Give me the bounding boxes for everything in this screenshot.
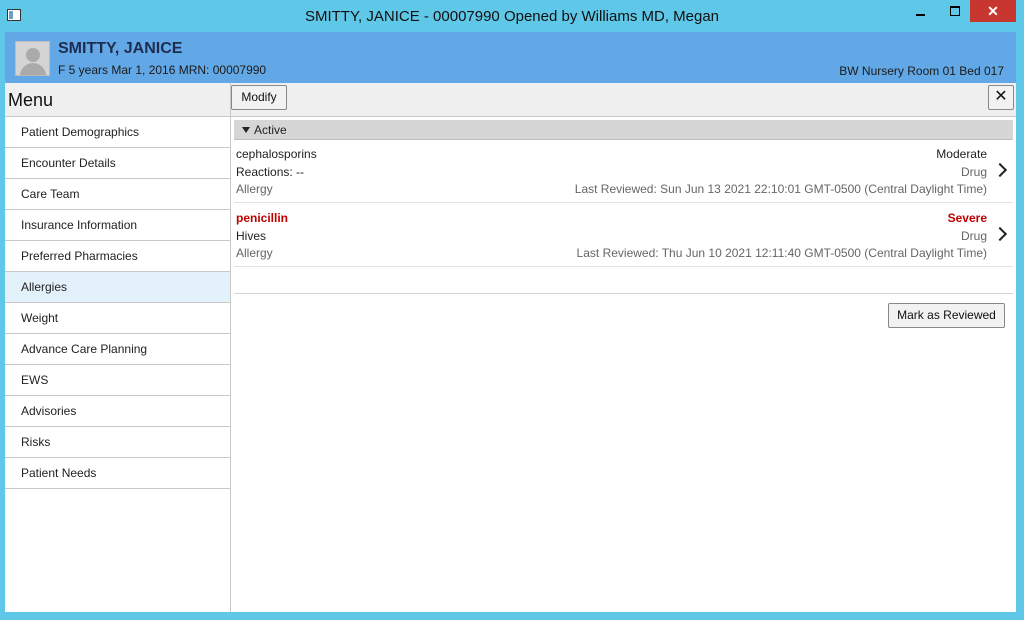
sidebar-item-care-team[interactable]: Care Team [5, 179, 230, 210]
allergy-name: penicillin [236, 211, 289, 225]
sidebar-item-allergies[interactable]: Allergies [5, 272, 230, 303]
close-panel-button[interactable]: ✕ [988, 85, 1014, 110]
main-panel: Modify ✕ Active cephalosporins Reactions… [231, 83, 1016, 612]
maximize-button[interactable] [941, 0, 969, 22]
sidebar-item-advance-care-planning[interactable]: Advance Care Planning [5, 334, 230, 365]
window-title: SMITTY, JANICE - 00007990 Opened by Will… [304, 8, 720, 25]
allergy-severity: Severe [947, 211, 987, 225]
sidebar-item-insurance-information[interactable]: Insurance Information [5, 210, 230, 241]
mark-as-reviewed-button[interactable]: Mark as Reviewed [888, 303, 1005, 328]
patient-location: BW Nursery Room 01 Bed 017 [839, 64, 1004, 78]
section-label: Active [254, 123, 287, 137]
window-close-button[interactable]: ✕ [970, 0, 1016, 22]
sidebar-item-advisories[interactable]: Advisories [5, 396, 230, 427]
allergy-type: Drug [960, 165, 987, 179]
sidebar-item-encounter-details[interactable]: Encounter Details [5, 148, 230, 179]
allergy-row[interactable]: cephalosporins Reactions: -- Allergy Mod… [234, 141, 1013, 203]
patient-banner: SMITTY, JANICE F 5 years Mar 1, 2016 MRN… [5, 32, 1016, 83]
patient-info: F 5 years Mar 1, 2016 MRN: 00007990 [58, 63, 267, 77]
allergy-type: Drug [960, 229, 987, 243]
chevron-right-icon[interactable] [992, 162, 1008, 178]
patient-avatar [15, 41, 50, 76]
allergy-reaction: Hives [236, 229, 267, 243]
allergy-last-reviewed: Last Reviewed: Sun Jun 13 2021 22:10:01 … [574, 182, 987, 196]
patient-name: SMITTY, JANICE [58, 40, 183, 57]
chevron-right-icon[interactable] [992, 226, 1008, 242]
sidebar-menu: Menu Patient Demographics Encounter Deta… [5, 83, 231, 612]
sidebar-item-preferred-pharmacies[interactable]: Preferred Pharmacies [5, 241, 230, 272]
sidebar-item-patient-demographics[interactable]: Patient Demographics [5, 117, 230, 148]
sidebar-item-patient-needs[interactable]: Patient Needs [5, 458, 230, 489]
sidebar-item-weight[interactable]: Weight [5, 303, 230, 334]
allergy-category: Allergy [236, 246, 273, 260]
allergy-severity: Moderate [936, 147, 987, 161]
allergy-reaction: Reactions: -- [236, 165, 305, 179]
active-section-header[interactable]: Active [234, 120, 1013, 140]
allergy-name: cephalosporins [236, 147, 317, 161]
sidebar-item-risks[interactable]: Risks [5, 427, 230, 458]
sidebar-item-ews[interactable]: EWS [5, 365, 230, 396]
divider [234, 293, 1013, 294]
modify-button[interactable]: Modify [231, 85, 287, 110]
minimize-button[interactable] [907, 0, 935, 22]
toolbar: Modify ✕ [231, 83, 1016, 117]
allergy-row[interactable]: penicillin Hives Allergy Severe Drug Las… [234, 205, 1013, 267]
window-titlebar: SMITTY, JANICE - 00007990 Opened by Will… [0, 0, 1024, 32]
allergy-last-reviewed: Last Reviewed: Thu Jun 10 2021 12:11:40 … [576, 246, 987, 260]
app-frame: SMITTY, JANICE F 5 years Mar 1, 2016 MRN… [5, 32, 1016, 612]
caret-down-icon [242, 127, 250, 133]
menu-header: Menu [5, 83, 230, 117]
allergy-category: Allergy [236, 182, 273, 196]
